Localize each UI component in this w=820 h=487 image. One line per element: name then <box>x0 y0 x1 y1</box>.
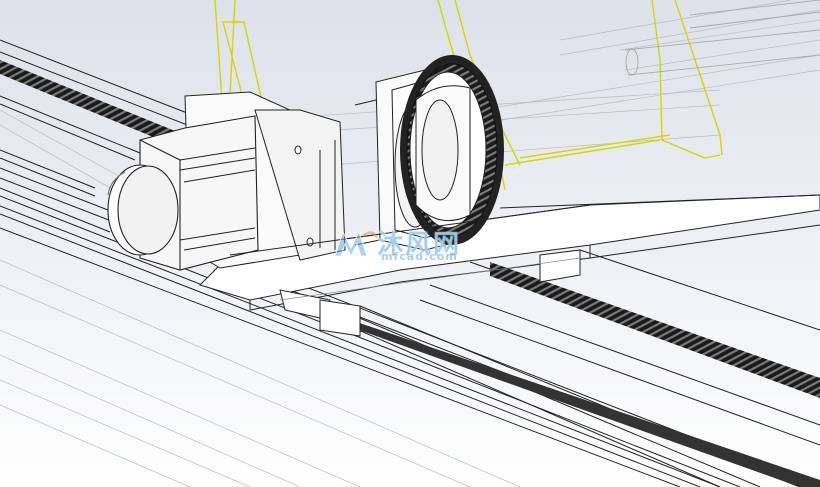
spur-gear[interactable] <box>400 55 504 245</box>
watermark: 沐风网 mfcad.com <box>333 226 493 266</box>
cad-viewport[interactable]: 沐风网 mfcad.com <box>0 0 820 487</box>
watermark-url: mfcad.com <box>381 250 458 263</box>
watermark-logo-icon <box>334 230 379 258</box>
